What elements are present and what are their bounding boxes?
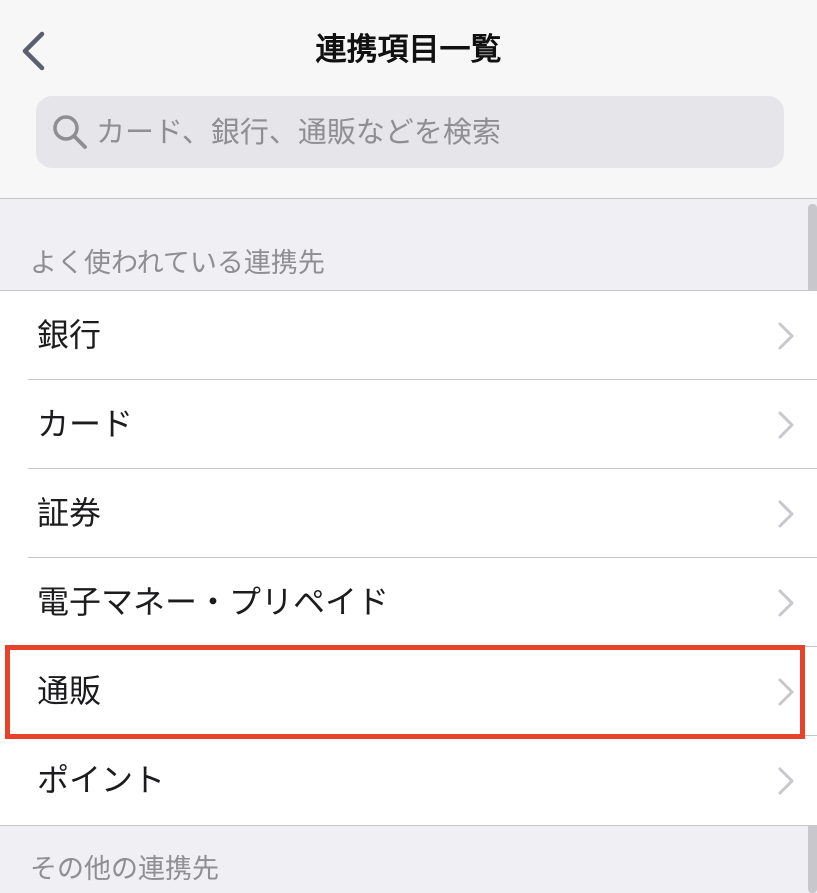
list-item-label: 銀行 — [37, 316, 102, 354]
search-icon — [53, 115, 87, 149]
chevron-right-icon — [778, 589, 794, 617]
chevron-right-icon — [778, 500, 794, 528]
chevron-right-icon — [778, 411, 794, 439]
search-input[interactable] — [96, 108, 766, 156]
popular-connections-list: 銀行 カード 証券 電子マネー・プリペイド 通販 ポイント — [0, 290, 817, 826]
chevron-left-icon — [22, 31, 45, 71]
list-item-securities[interactable]: 証券 — [0, 469, 817, 558]
list-item-label: 証券 — [37, 494, 102, 532]
list-item-emoney-prepaid[interactable]: 電子マネー・プリペイド — [0, 558, 817, 647]
list-item-label: 通販 — [37, 672, 102, 710]
navigation-bar: 連携項目一覧 — [0, 0, 817, 199]
list-item-online-shopping[interactable]: 通販 — [0, 647, 817, 736]
list-item-bank[interactable]: 銀行 — [0, 291, 817, 380]
chevron-right-icon — [778, 678, 794, 706]
list-item-card[interactable]: カード — [0, 380, 817, 469]
section-header-other: その他の連携先 — [30, 854, 219, 885]
chevron-right-icon — [778, 767, 794, 795]
list-item-label: 電子マネー・プリペイド — [37, 583, 390, 621]
back-button[interactable] — [16, 28, 56, 74]
search-bar[interactable] — [36, 96, 784, 168]
list-item-label: カード — [37, 405, 134, 443]
chevron-right-icon — [778, 322, 794, 350]
section-header-popular: よく使われている連携先 — [30, 248, 325, 279]
list-item-label: ポイント — [37, 761, 166, 799]
page-title: 連携項目一覧 — [315, 32, 502, 68]
list-item-points[interactable]: ポイント — [0, 736, 817, 825]
